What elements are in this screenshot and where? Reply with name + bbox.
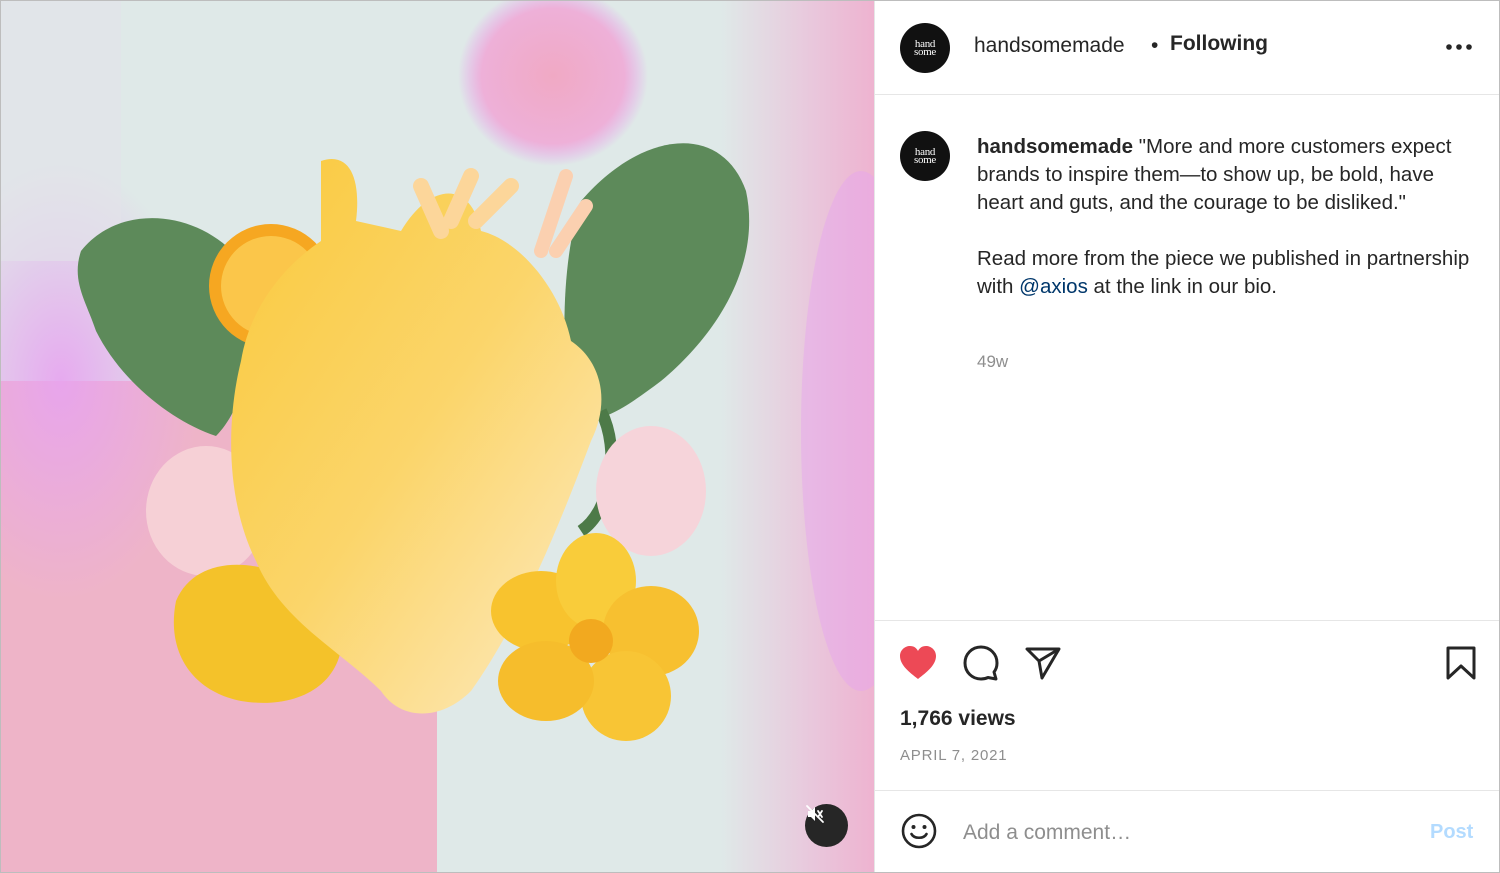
comment-input[interactable] (961, 815, 1405, 851)
caption-username[interactable]: handsomemade (977, 135, 1133, 158)
views-count[interactable]: 1,766 views (900, 707, 1016, 731)
action-bar: 1,766 views APRIL 7, 2021 (875, 621, 1499, 791)
emoji-button[interactable] (899, 811, 939, 851)
bookmark-icon (1446, 646, 1476, 680)
caption-area: hand some handsomemade "More and more cu… (875, 95, 1499, 621)
post-header: hand some handsomemade • Following (875, 1, 1499, 95)
speaker-muted-icon (806, 805, 824, 823)
post-side-panel: hand some handsomemade • Following hand … (874, 1, 1499, 872)
post-media[interactable] (1, 1, 874, 872)
more-options-button[interactable] (1443, 35, 1475, 59)
avatar-text-line2: some (913, 46, 937, 58)
comment-button[interactable] (961, 643, 1001, 683)
smiley-icon (901, 813, 937, 849)
header-separator: • (1151, 34, 1159, 57)
save-button[interactable] (1441, 643, 1481, 683)
avatar[interactable]: hand some (900, 23, 950, 73)
post-comment-button[interactable]: Post (1430, 821, 1473, 844)
paper-plane-icon (1025, 647, 1061, 680)
caption-time-ago[interactable]: 49w (977, 352, 1008, 372)
post-date[interactable]: APRIL 7, 2021 (900, 747, 1007, 764)
header-username[interactable]: handsomemade (974, 34, 1125, 58)
mention-link[interactable]: @axios (1019, 275, 1088, 298)
comment-composer: Post (875, 791, 1499, 872)
caption-text: handsomemade "More and more customers ex… (977, 133, 1477, 301)
like-button[interactable] (898, 643, 938, 683)
mute-toggle-button[interactable] (805, 804, 848, 847)
post-dialog: hand some handsomemade • Following hand … (0, 0, 1500, 873)
caption-text-after-mention: at the link in our bio. (1087, 275, 1277, 298)
caption-avatar[interactable]: hand some (900, 131, 950, 181)
share-button[interactable] (1023, 643, 1063, 683)
heart-filled-icon (900, 646, 936, 679)
comment-bubble-icon (963, 645, 999, 681)
media-artwork (1, 1, 874, 872)
following-button[interactable]: Following (1170, 32, 1268, 56)
caption-avatar-text-line2: some (913, 154, 937, 166)
more-horizontal-icon (1446, 44, 1472, 50)
